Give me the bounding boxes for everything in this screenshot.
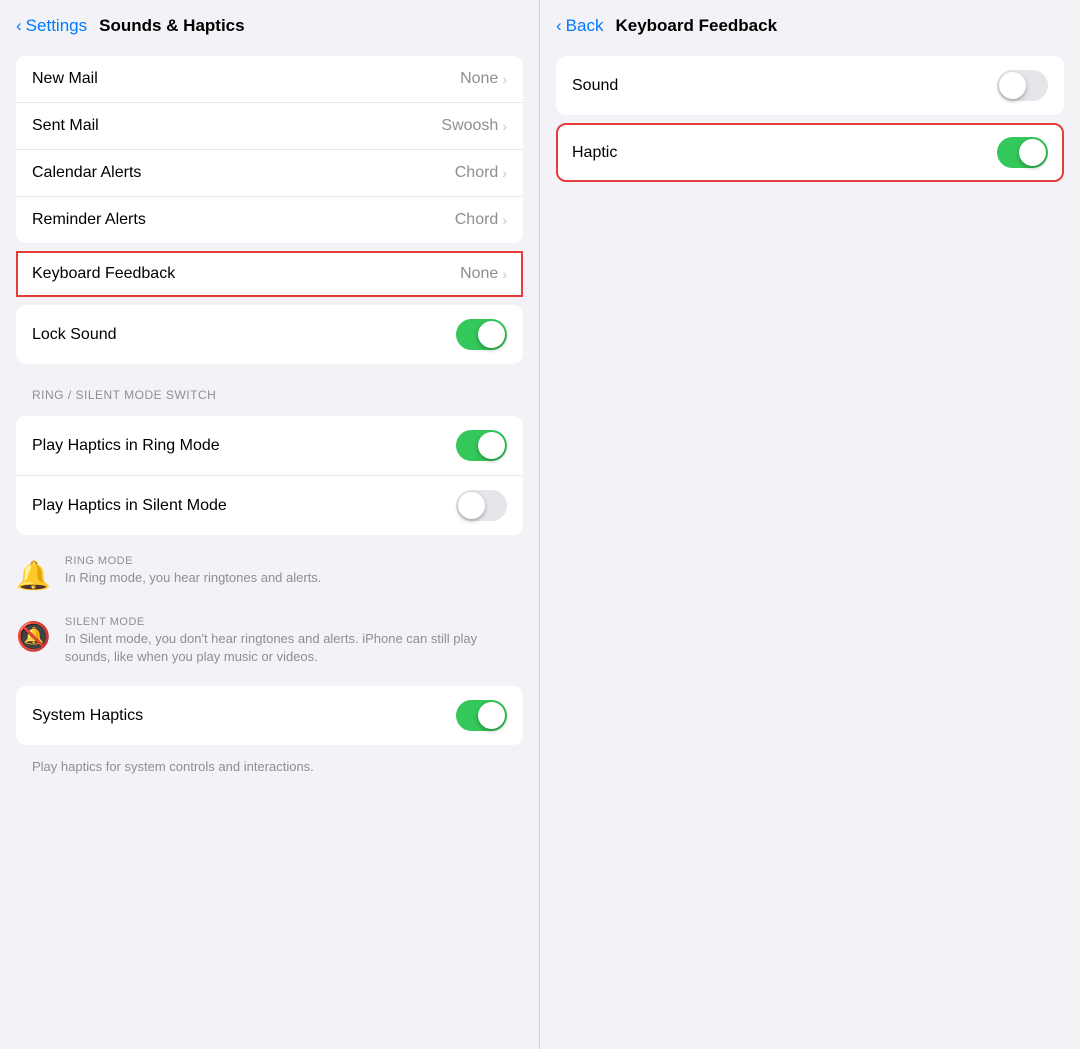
haptic-toggle[interactable] bbox=[997, 137, 1048, 168]
system-haptics-group: System Haptics bbox=[16, 686, 523, 745]
sent-mail-chevron-icon: › bbox=[502, 118, 507, 134]
system-haptics-knob bbox=[478, 702, 505, 729]
sound-toggle[interactable] bbox=[997, 70, 1048, 101]
settings-back-button[interactable]: ‹ Settings bbox=[16, 16, 87, 36]
system-haptics-label: System Haptics bbox=[32, 707, 143, 725]
system-haptics-toggle[interactable] bbox=[456, 700, 507, 731]
sound-toggle-knob bbox=[999, 72, 1026, 99]
lock-sound-row[interactable]: Lock Sound bbox=[16, 305, 523, 364]
reminder-alerts-row[interactable]: Reminder Alerts Chord › bbox=[16, 197, 523, 243]
ring-mode-icon: 🔔 bbox=[16, 559, 51, 592]
haptic-label: Haptic bbox=[572, 144, 617, 162]
right-page-title: Keyboard Feedback bbox=[615, 16, 777, 36]
ring-mode-title: Ring Mode bbox=[65, 555, 322, 567]
silent-mode-icon: 🔕 bbox=[16, 620, 51, 653]
right-panel: ‹ Back Keyboard Feedback Sound Haptic bbox=[540, 0, 1080, 1049]
sound-row[interactable]: Sound bbox=[556, 56, 1064, 115]
keyboard-feedback-row[interactable]: Keyboard Feedback None › bbox=[16, 251, 523, 297]
play-haptics-ring-toggle[interactable] bbox=[456, 430, 507, 461]
sent-mail-row[interactable]: Sent Mail Swoosh › bbox=[16, 103, 523, 150]
play-haptics-silent-row[interactable]: Play Haptics in Silent Mode bbox=[16, 476, 523, 535]
play-haptics-silent-knob bbox=[458, 492, 485, 519]
sent-mail-label: Sent Mail bbox=[32, 117, 99, 135]
lock-sound-label: Lock Sound bbox=[32, 326, 117, 344]
system-haptics-row[interactable]: System Haptics bbox=[16, 686, 523, 745]
system-haptics-note: Play haptics for system controls and int… bbox=[0, 753, 539, 786]
ring-mode-info: 🔔 Ring Mode In Ring mode, you hear ringt… bbox=[0, 543, 539, 604]
play-haptics-ring-label: Play Haptics in Ring Mode bbox=[32, 437, 220, 455]
lock-sound-group: Lock Sound bbox=[16, 305, 523, 364]
left-panel: ‹ Settings Sounds & Haptics New Mail Non… bbox=[0, 0, 540, 1049]
keyboard-feedback-value: None › bbox=[460, 265, 507, 283]
haptic-row[interactable]: Haptic bbox=[556, 123, 1064, 182]
calendar-alerts-chevron-icon: › bbox=[502, 165, 507, 181]
reminder-alerts-label: Reminder Alerts bbox=[32, 211, 146, 229]
calendar-alerts-label: Calendar Alerts bbox=[32, 164, 141, 182]
calendar-alerts-value: Chord › bbox=[455, 164, 507, 182]
calendar-alerts-row[interactable]: Calendar Alerts Chord › bbox=[16, 150, 523, 197]
haptic-toggle-knob bbox=[1019, 139, 1046, 166]
mail-settings-group: New Mail None › Sent Mail Swoosh › Calen… bbox=[16, 56, 523, 243]
lock-sound-toggle-knob bbox=[478, 321, 505, 348]
play-haptics-silent-label: Play Haptics in Silent Mode bbox=[32, 497, 227, 515]
ring-mode-desc: In Ring mode, you hear ringtones and ale… bbox=[65, 569, 322, 587]
silent-mode-title: Silent Mode bbox=[65, 616, 523, 628]
reminder-alerts-value: Chord › bbox=[455, 211, 507, 229]
haptic-settings-group: Haptic bbox=[556, 123, 1064, 182]
play-haptics-ring-row[interactable]: Play Haptics in Ring Mode bbox=[16, 416, 523, 476]
sent-mail-value: Swoosh › bbox=[441, 117, 507, 135]
right-back-label: Back bbox=[566, 16, 604, 36]
keyboard-feedback-label: Keyboard Feedback bbox=[32, 265, 175, 283]
keyboard-feedback-group: Keyboard Feedback None › bbox=[16, 251, 523, 297]
ring-silent-header: Ring / Silent Mode Switch bbox=[0, 372, 539, 408]
play-haptics-silent-toggle[interactable] bbox=[456, 490, 507, 521]
silent-mode-info: 🔕 Silent Mode In Silent mode, you don't … bbox=[0, 604, 539, 678]
silent-mode-desc: In Silent mode, you don't hear ringtones… bbox=[65, 630, 523, 666]
lock-sound-toggle[interactable] bbox=[456, 319, 507, 350]
silent-mode-text: Silent Mode In Silent mode, you don't he… bbox=[65, 616, 523, 666]
keyboard-feedback-chevron-icon: › bbox=[502, 266, 507, 282]
ring-silent-group: Play Haptics in Ring Mode Play Haptics i… bbox=[16, 416, 523, 535]
new-mail-value: None › bbox=[460, 70, 507, 88]
left-page-title: Sounds & Haptics bbox=[99, 16, 244, 36]
reminder-alerts-chevron-icon: › bbox=[502, 212, 507, 228]
right-back-button[interactable]: ‹ Back bbox=[556, 16, 603, 36]
back-chevron-icon: ‹ bbox=[16, 16, 22, 36]
settings-back-label: Settings bbox=[26, 16, 87, 36]
new-mail-row[interactable]: New Mail None › bbox=[16, 56, 523, 103]
new-mail-chevron-icon: › bbox=[502, 71, 507, 87]
new-mail-label: New Mail bbox=[32, 70, 98, 88]
sound-label: Sound bbox=[572, 77, 618, 95]
right-back-chevron-icon: ‹ bbox=[556, 16, 562, 36]
right-nav-header: ‹ Back Keyboard Feedback bbox=[540, 0, 1080, 48]
left-nav-header: ‹ Settings Sounds & Haptics bbox=[0, 0, 539, 48]
ring-mode-text: Ring Mode In Ring mode, you hear rington… bbox=[65, 555, 322, 587]
keyboard-feedback-settings-group: Sound bbox=[556, 56, 1064, 115]
play-haptics-ring-knob bbox=[478, 432, 505, 459]
